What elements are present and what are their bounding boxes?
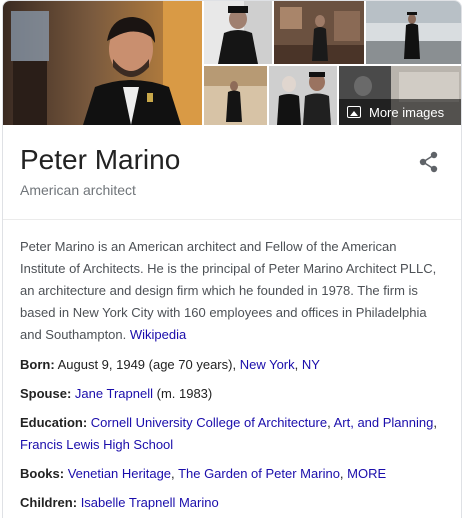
separator: , [327,415,331,430]
description: Peter Marino is an American architect an… [3,220,461,346]
fact-education: Education: Cornell University College of… [20,412,445,456]
fact-label: Books: [20,466,65,481]
more-images-label: More images [369,104,445,120]
entity-title: Peter Marino [20,144,181,175]
photo-thumb-5[interactable] [269,66,337,125]
title-section: Peter Marino American architect [3,129,461,220]
fact-label: Spouse: [20,386,72,401]
separator: , [171,466,175,481]
fact-books: Books: Venetian Heritage, The Garden of … [20,463,445,485]
fact-label: Born: [20,357,55,372]
wikipedia-link[interactable]: Wikipedia [130,327,186,342]
main-photo[interactable] [3,1,202,125]
education-link-cornell[interactable]: Cornell University College of Architectu… [91,415,327,430]
born-place-link-state[interactable]: NY [302,357,320,372]
education-link-francis-lewis[interactable]: Francis Lewis High School [20,437,173,452]
children-link[interactable]: Isabelle Trapnell Marino [81,495,219,510]
education-link-art-planning[interactable]: Art, and Planning [334,415,434,430]
separator: , [294,357,299,372]
facts-list: Born: August 9, 1949 (age 70 years), New… [3,346,461,514]
fact-label: Children: [20,495,78,510]
knowledge-panel: More images Peter Marino American archit… [2,0,462,518]
spouse-link[interactable]: Jane Trapnell [75,386,153,401]
image-icon [347,106,361,118]
fact-children: Children: Isabelle Trapnell Marino [20,492,445,514]
fact-born: Born: August 9, 1949 (age 70 years), New… [20,354,445,376]
fact-label: Education: [20,415,88,430]
photo-thumb-2[interactable] [274,1,364,64]
fact-value: August 9, 1949 (age 70 years), [57,357,237,372]
book-link-venetian-heritage[interactable]: Venetian Heritage [68,466,171,481]
description-text: Peter Marino is an American architect an… [20,239,437,342]
photo-thumb-6[interactable]: More images [339,66,461,125]
book-link-garden[interactable]: The Garden of Peter Marino [178,466,340,481]
photo-thumb-1[interactable] [204,1,272,64]
separator: , [433,415,437,430]
separator: , [339,466,344,481]
books-more-link[interactable]: MORE [347,466,386,481]
fact-spouse: Spouse: Jane Trapnell (m. 1983) [20,383,445,405]
share-icon[interactable] [419,151,439,173]
photo-thumb-4[interactable] [204,66,267,125]
entity-subtitle: American architect [20,182,136,198]
fact-value: (m. 1983) [156,386,213,401]
image-gallery: More images [3,1,461,129]
photo-thumb-3[interactable] [366,1,461,64]
born-place-link-city[interactable]: New York [240,357,295,372]
more-images-overlay[interactable]: More images [339,99,461,125]
